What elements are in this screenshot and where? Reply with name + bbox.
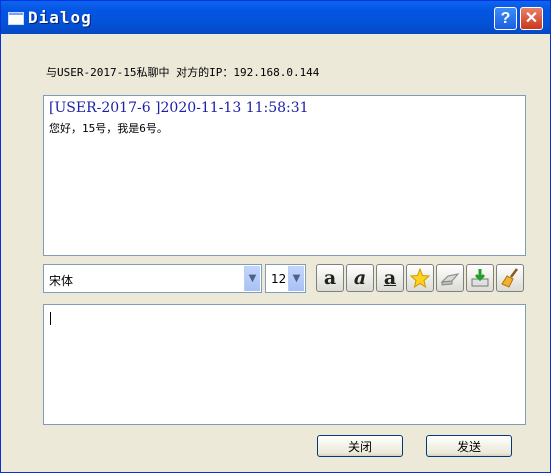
chevron-down-icon[interactable]: ▼ xyxy=(288,266,304,291)
font-family-value: 宋体 xyxy=(49,274,74,288)
italic-button[interactable]: a xyxy=(346,264,374,292)
message-body: 您好，15号，我是6号。 xyxy=(49,122,168,135)
title-bar[interactable]: Dialog ? ✕ xyxy=(1,1,550,34)
color-icon xyxy=(409,267,431,289)
underline-button[interactable]: a xyxy=(376,264,404,292)
italic-icon: a xyxy=(353,267,367,289)
font-size-value: 12 xyxy=(271,272,287,286)
close-button[interactable]: 关闭 xyxy=(317,435,403,457)
text-caret xyxy=(50,312,51,325)
help-button[interactable]: ? xyxy=(494,7,517,30)
message-input[interactable] xyxy=(43,304,526,425)
save-icon xyxy=(440,273,460,286)
bold-icon: a xyxy=(323,267,337,289)
broom-icon xyxy=(501,268,518,288)
clear-button[interactable] xyxy=(466,264,494,292)
send-button[interactable]: 发送 xyxy=(426,435,512,457)
window-title: Dialog xyxy=(28,8,92,27)
chevron-down-icon[interactable]: ▼ xyxy=(244,266,260,291)
window-icon xyxy=(8,12,24,25)
save-button[interactable] xyxy=(436,264,464,292)
chat-header: 与USER-2017-15私聊中 对方的IP：192.168.0.144 xyxy=(46,66,320,79)
message-history[interactable]: [USER-2017-6 ]2020-11-13 11:58:31 您好，15号… xyxy=(43,95,526,256)
broom-button[interactable] xyxy=(496,264,524,292)
font-family-select[interactable]: 宋体 ▼ xyxy=(43,264,262,293)
clear-icon xyxy=(471,269,489,287)
color-button[interactable] xyxy=(406,264,434,292)
underline-icon: a xyxy=(383,267,397,289)
message-header: [USER-2017-6 ]2020-11-13 11:58:31 xyxy=(49,100,309,116)
bold-button[interactable]: a xyxy=(316,264,344,292)
font-size-select[interactable]: 12 ▼ xyxy=(265,264,306,293)
dialog-window: Dialog ? ✕ 与USER-2017-15私聊中 对方的IP：192.16… xyxy=(0,0,551,473)
close-window-button[interactable]: ✕ xyxy=(520,7,543,30)
